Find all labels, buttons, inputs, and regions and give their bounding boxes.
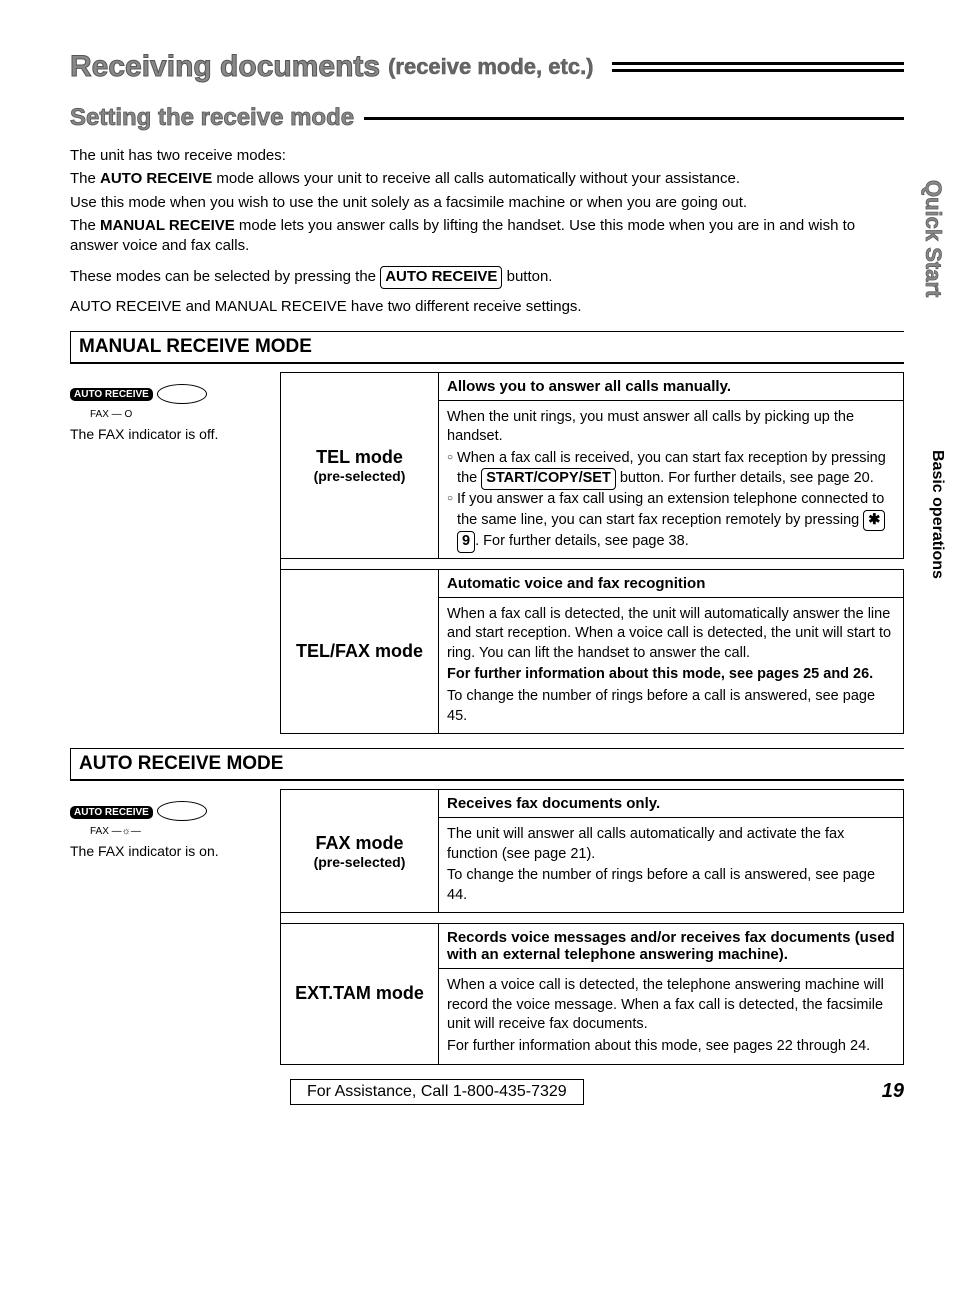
page-number: 19 — [882, 1080, 904, 1103]
telfax-mode-row: TEL/FAX mode Automatic voice and fax rec… — [280, 569, 904, 734]
indicator-text: The FAX indicator is on. — [70, 843, 270, 859]
tab-basic-operations: Basic operations — [928, 450, 946, 579]
telfax-mode-label: TEL/FAX mode — [281, 570, 439, 733]
title-rule-icon — [612, 62, 904, 72]
page-title: Receiving documents — [70, 50, 380, 84]
bullet-item: ○ When a fax call is received, you can s… — [447, 449, 895, 490]
intro-line: Use this mode when you wish to use the u… — [70, 193, 904, 213]
button-oval-icon — [157, 384, 207, 404]
led-diagram-off: AUTO RECEIVE FAX — O — [70, 384, 270, 420]
led-diagram-on: AUTO RECEIVE FAX —☼— — [70, 801, 270, 837]
assistance-box: For Assistance, Call 1-800-435-7329 — [290, 1079, 584, 1105]
auto-receive-button-label: AUTO RECEIVE — [380, 266, 502, 288]
bullet-item: ○ If you answer a fax call using an exte… — [447, 490, 895, 553]
auto-mode-section: AUTO RECEIVE FAX —☼— The FAX indicator i… — [70, 789, 904, 1065]
intro-line: These modes can be selected by pressing … — [70, 266, 904, 288]
key-star-label: ✱ — [863, 510, 885, 532]
intro-line: The unit has two receive modes: — [70, 146, 904, 166]
page-title-paren: (receive mode, etc.) — [388, 54, 593, 80]
manual-modes-col: TEL mode (pre-selected) Allows you to an… — [280, 372, 904, 734]
intro-line: The MANUAL RECEIVE mode lets you answer … — [70, 216, 904, 257]
indicator-text: The FAX indicator is off. — [70, 426, 270, 442]
subtitle-rule-icon — [364, 117, 904, 120]
section-title: Setting the receive mode — [70, 104, 354, 132]
manual-mode-header: MANUAL RECEIVE MODE — [70, 331, 904, 364]
fax-mode-desc: Receives fax documents only. The unit wi… — [439, 790, 903, 912]
intro-line: AUTO RECEIVE and MANUAL RECEIVE have two… — [70, 297, 904, 317]
fax-mode-row: FAX mode (pre-selected) Receives fax doc… — [280, 789, 904, 913]
start-copy-set-label: START/COPY/SET — [481, 468, 616, 490]
tel-mode-label: TEL mode (pre-selected) — [281, 373, 439, 558]
tab-quick-start: Quick Start — [920, 180, 946, 297]
bullet-icon: ○ — [447, 449, 453, 490]
page-footer: For Assistance, Call 1-800-435-7329 19 — [70, 1079, 904, 1105]
fax-led-label: FAX —☼— — [90, 826, 141, 837]
exttam-mode-row: EXT.TAM mode Records voice messages and/… — [280, 923, 904, 1064]
telfax-mode-desc: Automatic voice and fax recognition When… — [439, 570, 903, 733]
exttam-mode-desc: Records voice messages and/or receives f… — [439, 924, 903, 1063]
fax-led-label: FAX — O — [90, 409, 132, 420]
button-oval-icon — [157, 801, 207, 821]
auto-indicator-col: AUTO RECEIVE FAX —☼— The FAX indicator i… — [70, 789, 270, 1065]
auto-mode-header: AUTO RECEIVE MODE — [70, 748, 904, 781]
intro-line: The AUTO RECEIVE mode allows your unit t… — [70, 169, 904, 189]
exttam-mode-label: EXT.TAM mode — [281, 924, 439, 1063]
tel-mode-desc: Allows you to answer all calls manually.… — [439, 373, 903, 558]
manual-indicator-col: AUTO RECEIVE FAX — O The FAX indicator i… — [70, 372, 270, 734]
auto-modes-col: FAX mode (pre-selected) Receives fax doc… — [280, 789, 904, 1065]
bullet-icon: ○ — [447, 490, 453, 553]
subtitle-row: Setting the receive mode — [70, 104, 904, 132]
auto-receive-badge: AUTO RECEIVE — [70, 388, 153, 401]
tel-mode-row: TEL mode (pre-selected) Allows you to an… — [280, 372, 904, 559]
auto-receive-badge: AUTO RECEIVE — [70, 806, 153, 819]
fax-mode-label: FAX mode (pre-selected) — [281, 790, 439, 912]
manual-mode-section: AUTO RECEIVE FAX — O The FAX indicator i… — [70, 372, 904, 734]
main-title-row: Receiving documents (receive mode, etc.) — [70, 50, 904, 84]
intro-text: The unit has two receive modes: The AUTO… — [70, 146, 904, 317]
key-9-label: 9 — [457, 531, 475, 553]
